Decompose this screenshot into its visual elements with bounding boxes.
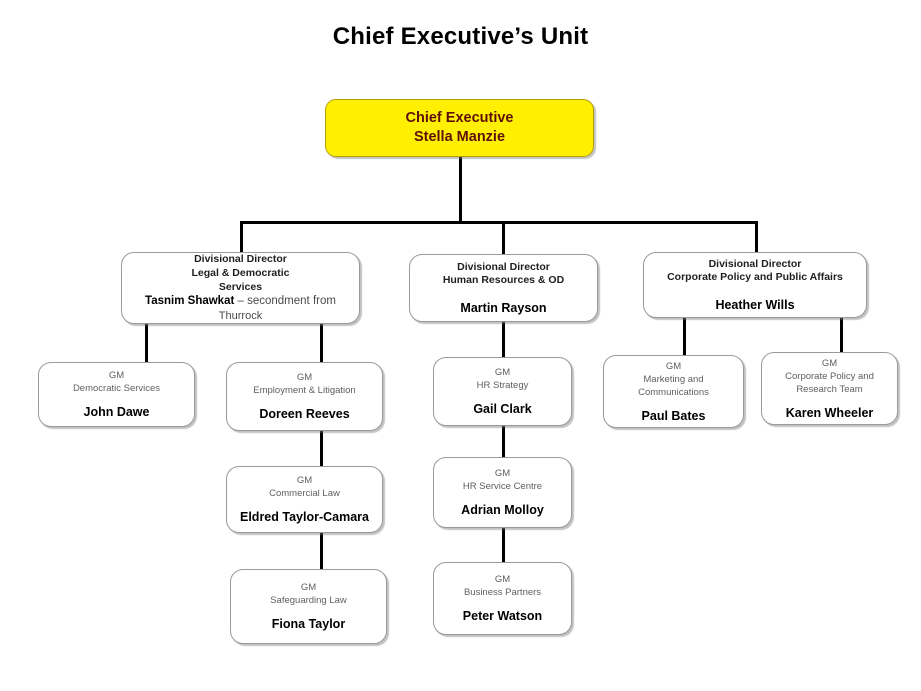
gm-marketing-person: Paul Bates — [641, 408, 706, 423]
gm-employment-person: Doreen Reeves — [259, 407, 350, 421]
gm-hr-service-person: Adrian Molloy — [461, 503, 544, 517]
connector-ceo-stem — [459, 157, 462, 222]
dd-corp-role: Divisional Director Corporate Policy and… — [667, 257, 843, 284]
node-divisional-director-legal[interactable]: Divisional Director Legal & Democratic S… — [121, 252, 360, 324]
gm-commercial-person: Eldred Taylor-Camara — [240, 510, 369, 524]
connector-dd-legal-to-democratic — [145, 322, 148, 362]
gm-marketing-role: GM Marketing and Communications — [638, 360, 709, 398]
gm-democratic-role: GM Democratic Services — [72, 370, 161, 394]
node-gm-hr-service-centre[interactable]: GM HR Service Centre Adrian Molloy — [433, 457, 572, 528]
gm-business-partners-role: GM Business Partners — [463, 574, 542, 598]
connector-dd-hr-to-strategy — [502, 322, 505, 358]
connector-dd-legal-to-employment — [320, 322, 323, 362]
node-gm-employment-litigation[interactable]: GM Employment & Litigation Doreen Reeves — [226, 362, 383, 431]
node-gm-business-partners[interactable]: GM Business Partners Peter Watson — [433, 562, 572, 635]
node-gm-democratic-services[interactable]: GM Democratic Services John Dawe — [38, 362, 195, 427]
gm-democratic-person: John Dawe — [83, 405, 150, 419]
node-gm-safeguarding-law[interactable]: GM Safeguarding Law Fiona Taylor — [230, 569, 387, 644]
node-chief-executive[interactable]: Chief Executive Stella Manzie — [325, 99, 594, 157]
node-gm-hr-strategy[interactable]: GM HR Strategy Gail Clark — [433, 357, 572, 426]
connector-dd-corp-to-research — [840, 318, 843, 353]
node-divisional-director-corporate[interactable]: Divisional Director Corporate Policy and… — [643, 252, 867, 318]
connector-strategy-to-service-centre — [502, 426, 505, 458]
connector-dd-corp-to-marketing — [683, 318, 686, 356]
chief-executive-person: Stella Manzie — [413, 129, 506, 145]
gm-corp-research-person: Karen Wheeler — [785, 405, 874, 420]
connector-commercial-to-safeguarding — [320, 533, 323, 570]
page-title: Chief Executive’s Unit — [332, 23, 589, 50]
connector-service-centre-to-business-partners — [502, 528, 505, 562]
node-divisional-director-hr[interactable]: Divisional Director Human Resources & OD… — [409, 254, 598, 322]
dd-legal-role: Divisional Director Legal & Democratic S… — [191, 253, 290, 293]
connector-employment-to-commercial — [320, 431, 323, 467]
gm-hr-strategy-person: Gail Clark — [473, 402, 532, 416]
dd-legal-person: Tasnim Shawkat – secondment from — [145, 294, 336, 309]
chief-executive-role: Chief Executive — [405, 110, 514, 126]
connector-level1-bus — [240, 221, 758, 224]
gm-business-partners-person: Peter Watson — [462, 609, 543, 623]
dd-legal-person-note: – secondment from — [234, 295, 336, 307]
gm-safeguarding-person: Fiona Taylor — [271, 617, 346, 631]
org-chart-canvas: Chief Executive’s Unit Chief Executive S… — [0, 0, 921, 691]
node-gm-marketing-communications[interactable]: GM Marketing and Communications Paul Bat… — [603, 355, 744, 428]
gm-commercial-role: GM Commercial Law — [269, 475, 340, 499]
gm-employment-role: GM Employment & Litigation — [253, 372, 356, 396]
dd-corp-person: Heather Wills — [715, 297, 795, 312]
dd-hr-role: Divisional Director Human Resources & OD — [442, 260, 565, 287]
connector-bus-to-dd-legal — [240, 221, 243, 254]
gm-hr-strategy-role: GM HR Strategy — [476, 367, 529, 391]
dd-legal-person-note-2: Thurrock — [218, 310, 263, 322]
gm-corp-research-role: GM Corporate Policy and Research Team — [785, 357, 874, 395]
connector-bus-to-dd-hr — [502, 221, 505, 254]
dd-legal-person-name: Tasnim Shawkat — [145, 295, 235, 307]
gm-safeguarding-role: GM Safeguarding Law — [270, 582, 347, 606]
gm-hr-service-role: GM HR Service Centre — [462, 468, 543, 492]
node-gm-corporate-policy-research[interactable]: GM Corporate Policy and Research Team Ka… — [761, 352, 898, 425]
connector-bus-to-dd-corp — [755, 221, 758, 254]
node-gm-commercial-law[interactable]: GM Commercial Law Eldred Taylor-Camara — [226, 466, 383, 533]
dd-hr-person: Martin Rayson — [460, 300, 547, 315]
